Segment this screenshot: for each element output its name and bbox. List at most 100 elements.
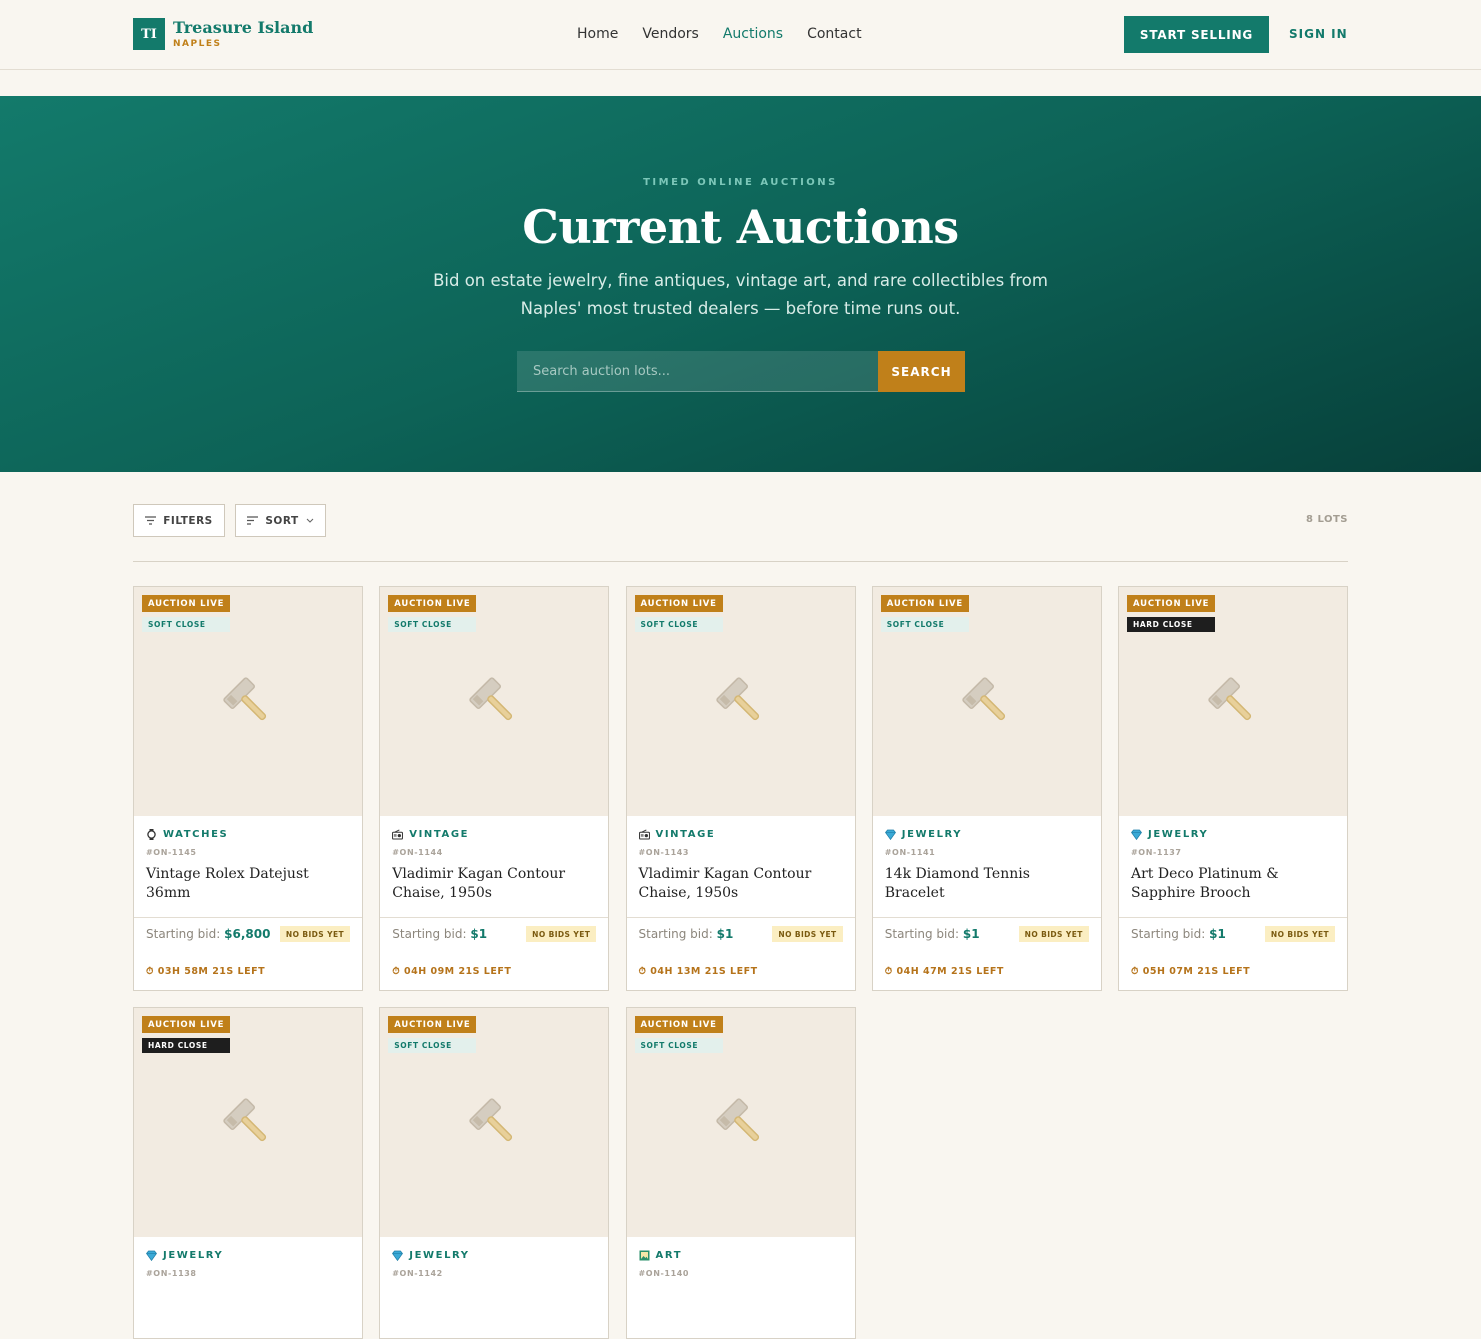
no-bids-badge: NO BIDS YET bbox=[772, 926, 843, 942]
auction-live-badge: AUCTION LIVE bbox=[880, 595, 969, 612]
lot-number: #ON-1142 bbox=[392, 1269, 443, 1278]
gavel-icon bbox=[962, 676, 1005, 720]
diamond-icon bbox=[146, 1250, 157, 1261]
auction-card[interactable]: AUCTION LIVE SOFT CLOSE VINTAGE #ON-1143… bbox=[625, 586, 856, 991]
lot-title[interactable]: 14k Diamond Tennis Bracelet bbox=[885, 865, 1089, 903]
lot-category: VINTAGE bbox=[638, 828, 843, 840]
close-type-badge: HARD CLOSE bbox=[142, 1038, 230, 1053]
lot-category: JEWELRY bbox=[392, 1249, 596, 1261]
search-input[interactable] bbox=[517, 351, 878, 392]
sort-icon bbox=[247, 516, 259, 525]
sort-label: SORT bbox=[265, 514, 299, 527]
auction-live-badge: AUCTION LIVE bbox=[142, 1016, 230, 1033]
watch-icon bbox=[147, 828, 156, 840]
lot-image-placeholder[interactable]: AUCTION LIVE HARD CLOSE bbox=[1119, 587, 1347, 816]
brand-name: Treasure Island bbox=[173, 17, 314, 37]
starting-bid-label: Starting bid: bbox=[884, 927, 960, 941]
starting-bid: Starting bid: $6,800 bbox=[146, 927, 270, 941]
time-left-value: 05H 07M 21S LEFT bbox=[1138, 966, 1251, 977]
hero-eyebrow: TIMED ONLINE AUCTIONS bbox=[643, 177, 838, 188]
lot-number: #ON-1143 bbox=[638, 848, 690, 857]
diamond-icon bbox=[146, 1250, 157, 1261]
nav-contact[interactable]: Contact bbox=[807, 26, 861, 42]
diamond-icon bbox=[392, 1250, 404, 1261]
lot-title[interactable]: Vladimir Kagan Contour Chaise, 1950s bbox=[639, 865, 843, 903]
lot-image-placeholder[interactable]: AUCTION LIVE SOFT CLOSE bbox=[134, 587, 362, 816]
lot-image-placeholder[interactable]: AUCTION LIVE HARD CLOSE bbox=[134, 1008, 362, 1237]
time-left-value: 04H 09M 21S LEFT bbox=[400, 966, 512, 977]
starting-bid: Starting bid: $1 bbox=[392, 927, 487, 941]
art-icon bbox=[639, 1250, 650, 1261]
starting-bid-label: Starting bid: bbox=[146, 927, 221, 941]
radio-icon bbox=[392, 829, 404, 839]
auction-card[interactable]: AUCTION LIVE SOFT CLOSE VINTAGE #ON-1144… bbox=[379, 586, 610, 991]
category-label: JEWELRY bbox=[1148, 828, 1209, 840]
starting-bid-amount: $1 bbox=[716, 927, 734, 941]
radio-icon bbox=[638, 829, 650, 840]
time-left-value: 04H 13M 21S LEFT bbox=[646, 966, 758, 977]
card-footer: Starting bid: $6,800 NO BIDS YET ⏱ 03H 5… bbox=[134, 917, 362, 990]
time-left: ⏱ 03H 58M 21S LEFT bbox=[146, 966, 266, 977]
lot-image-placeholder[interactable]: AUCTION LIVE SOFT CLOSE bbox=[872, 587, 1101, 816]
filter-icon bbox=[145, 516, 157, 525]
category-label: VINTAGE bbox=[655, 828, 716, 840]
watch-icon bbox=[146, 828, 157, 840]
auction-card[interactable]: AUCTION LIVE HARD CLOSE JEWELRY #ON-1137… bbox=[1118, 586, 1348, 991]
auction-live-badge: AUCTION LIVE bbox=[1127, 595, 1215, 612]
filters-button[interactable]: FILTERS bbox=[133, 504, 225, 537]
time-left-value: 03H 58M 21S LEFT bbox=[153, 966, 266, 977]
brand-logo[interactable]: TI Treasure Island NAPLES bbox=[133, 18, 313, 50]
diamond-icon bbox=[1131, 829, 1142, 840]
auction-live-badge: AUCTION LIVE bbox=[634, 1016, 723, 1033]
card-footer: Starting bid: $1 NO BIDS YET ⏱ 04H 47M 2… bbox=[872, 917, 1101, 990]
auction-card[interactable]: AUCTION LIVE SOFT CLOSE WATCHES #ON-1145… bbox=[133, 586, 363, 991]
starting-bid-amount: $1 bbox=[962, 927, 980, 941]
page-title: Current Auctions bbox=[522, 200, 959, 254]
lot-number: #ON-1141 bbox=[884, 848, 936, 857]
starting-bid: Starting bid: $1 bbox=[885, 927, 980, 941]
lot-number: #ON-1140 bbox=[638, 1269, 690, 1278]
site-header: TI Treasure Island NAPLES Home Vendors A… bbox=[0, 0, 1481, 70]
radio-icon bbox=[392, 829, 404, 840]
hero-banner: TIMED ONLINE AUCTIONS Current Auctions B… bbox=[0, 96, 1481, 472]
lot-image-placeholder[interactable]: AUCTION LIVE SOFT CLOSE bbox=[626, 587, 855, 816]
close-type-badge: HARD CLOSE bbox=[1127, 617, 1215, 632]
search-button[interactable]: SEARCH bbox=[878, 351, 965, 392]
lot-title[interactable]: Vintage Rolex Datejust 36mm bbox=[146, 865, 350, 903]
gavel-icon bbox=[469, 676, 513, 720]
close-type-badge: SOFT CLOSE bbox=[634, 617, 723, 632]
category-label: WATCHES bbox=[163, 828, 229, 840]
no-bids-badge: NO BIDS YET bbox=[526, 926, 597, 942]
lot-image-placeholder[interactable]: AUCTION LIVE SOFT CLOSE bbox=[380, 587, 609, 816]
brand-location: NAPLES bbox=[173, 38, 222, 49]
auction-card[interactable]: AUCTION LIVE SOFT CLOSE JEWELRY #ON-1142 bbox=[379, 1007, 610, 1339]
gavel-icon bbox=[223, 676, 267, 720]
nav-home[interactable]: Home bbox=[577, 26, 618, 42]
chevron-down-icon bbox=[306, 518, 314, 523]
sort-dropdown[interactable]: SORT bbox=[235, 504, 326, 537]
close-type-badge: SOFT CLOSE bbox=[142, 617, 230, 632]
gavel-icon bbox=[223, 1097, 267, 1141]
card-footer: Starting bid: $1 NO BIDS YET ⏱ 04H 13M 2… bbox=[626, 917, 855, 990]
sign-in-link[interactable]: SIGN IN bbox=[1289, 27, 1348, 41]
filters-label: FILTERS bbox=[163, 514, 213, 527]
hero-description: Bid on estate jewelry, fine antiques, vi… bbox=[433, 271, 1048, 318]
lot-image-placeholder[interactable]: AUCTION LIVE SOFT CLOSE bbox=[380, 1008, 609, 1237]
lot-image-placeholder[interactable]: AUCTION LIVE SOFT CLOSE bbox=[626, 1008, 855, 1237]
start-selling-button[interactable]: START SELLING bbox=[1124, 16, 1269, 53]
auction-card[interactable]: AUCTION LIVE HARD CLOSE JEWELRY #ON-1138 bbox=[133, 1007, 363, 1339]
lot-category: JEWELRY bbox=[884, 828, 1089, 840]
no-bids-badge: NO BIDS YET bbox=[279, 926, 350, 942]
diamond-icon bbox=[884, 829, 896, 840]
gavel-icon bbox=[1208, 676, 1252, 720]
auction-card[interactable]: AUCTION LIVE SOFT CLOSE JEWELRY #ON-1141… bbox=[871, 586, 1102, 991]
nav-vendors[interactable]: Vendors bbox=[642, 26, 698, 42]
starting-bid-amount: $6,800 bbox=[224, 927, 271, 941]
time-left: ⏱ 05H 07M 21S LEFT bbox=[1131, 966, 1251, 977]
nav-auctions[interactable]: Auctions bbox=[723, 26, 783, 42]
card-footer: Starting bid: $1 NO BIDS YET ⏱ 04H 09M 2… bbox=[380, 917, 609, 990]
lot-title[interactable]: Vladimir Kagan Contour Chaise, 1950s bbox=[392, 865, 596, 903]
auction-card[interactable]: AUCTION LIVE SOFT CLOSE ART #ON-1140 bbox=[625, 1007, 856, 1339]
lot-title[interactable]: Art Deco Platinum & Sapphire Brooch bbox=[1131, 865, 1335, 903]
auction-grid: AUCTION LIVE SOFT CLOSE WATCHES #ON-1145… bbox=[133, 586, 1348, 1339]
